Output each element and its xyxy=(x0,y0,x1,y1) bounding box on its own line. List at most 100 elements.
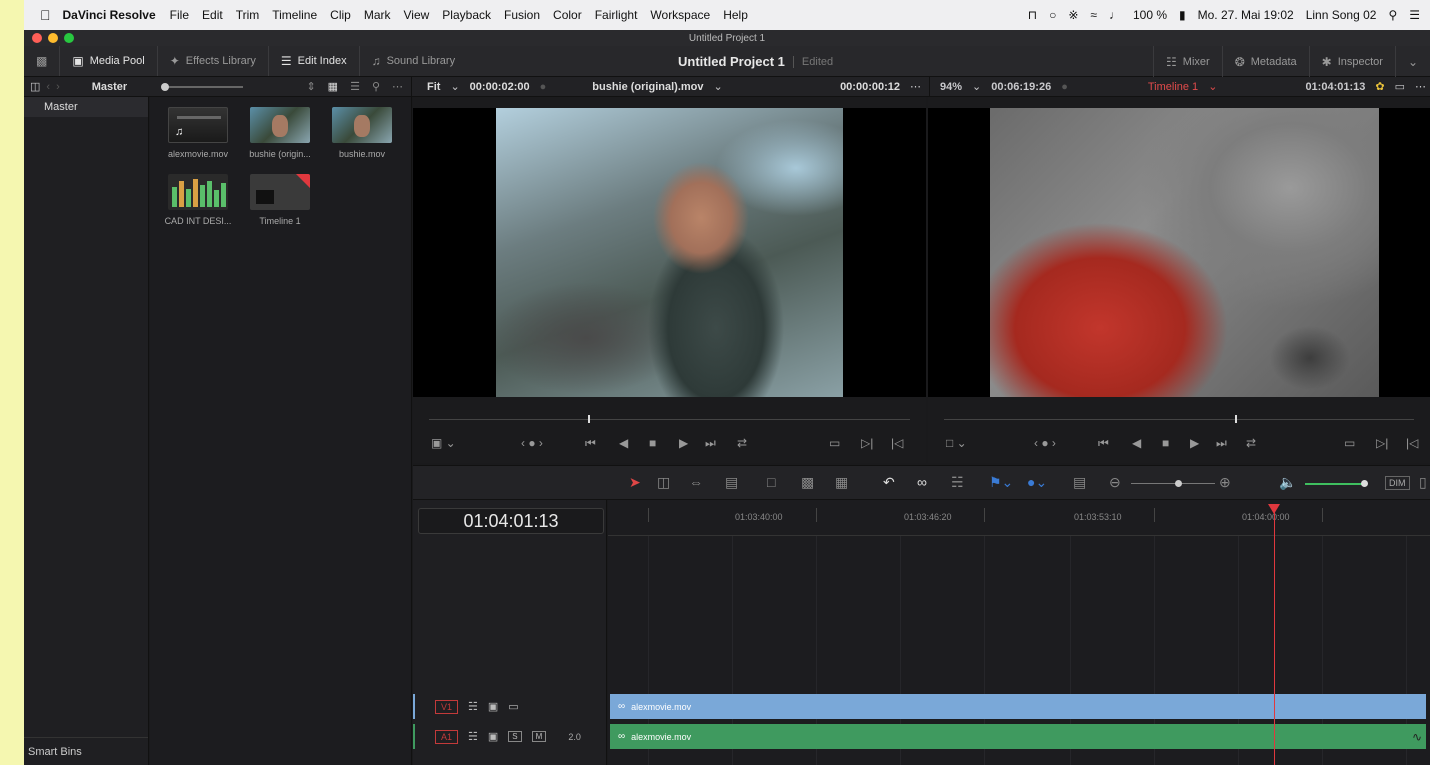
go-to-start-icon[interactable]: ⏮ xyxy=(1098,436,1109,451)
clock[interactable]: Mo. 27. Mai 19:02 xyxy=(1198,8,1294,22)
metadata-button[interactable]: ❂ Metadata xyxy=(1221,46,1309,77)
track-header-v1[interactable]: V1 ☵ ▣ ▭ xyxy=(413,694,607,719)
timeline-selector[interactable]: Timeline 1 xyxy=(1148,81,1198,93)
selection-tool-icon[interactable]: ➤ xyxy=(629,474,641,491)
menu-timeline[interactable]: Timeline xyxy=(272,8,317,22)
replace-clip-icon[interactable]: ▦ xyxy=(835,474,848,491)
play-icon[interactable]: ▶ xyxy=(679,436,688,450)
volume-icon[interactable]: ♩ xyxy=(1109,8,1121,22)
close-window-button[interactable] xyxy=(32,33,42,43)
speaker-icon[interactable]: 🔈 xyxy=(1279,474,1296,491)
chevron-down-icon[interactable]: ⌄ xyxy=(1208,80,1217,93)
track-id-a1[interactable]: A1 xyxy=(435,729,459,744)
source-zoom[interactable]: Fit xyxy=(427,81,440,93)
linked-selection-icon[interactable]: ∞ xyxy=(917,474,927,490)
battery-percent[interactable]: 100 % xyxy=(1133,8,1167,22)
notification-center-icon[interactable]: ☰ xyxy=(1409,8,1420,22)
menu-view[interactable]: View xyxy=(404,8,430,22)
sound-library-button[interactable]: ♫ Sound Library xyxy=(360,46,468,76)
program-zoom[interactable]: 94% xyxy=(940,81,962,93)
more-options-icon[interactable]: ⋯ xyxy=(392,80,403,93)
insert-clip-icon[interactable]: □ xyxy=(767,474,775,490)
list-view-icon[interactable]: ☰ xyxy=(350,80,360,93)
menu-color[interactable]: Color xyxy=(553,8,582,22)
menu-fusion[interactable]: Fusion xyxy=(504,8,540,22)
slider-knob[interactable] xyxy=(161,82,170,91)
blade-tool-icon[interactable]: ▤ xyxy=(725,474,738,491)
zoom-in-icon[interactable]: ⊕ xyxy=(1219,474,1231,491)
menu-fairlight[interactable]: Fairlight xyxy=(595,8,638,22)
back-arrow-icon[interactable]: ‹ xyxy=(46,81,50,93)
overwrite-clip-icon[interactable]: ▩ xyxy=(801,474,814,491)
go-to-end-icon[interactable]: ⏭ xyxy=(705,436,716,451)
timeline-viewer[interactable]: □ ⌄ ‹ ● › ⏮ ◀ ■ ▶ ⏭ ⇄ ▭ ▷| |◁ xyxy=(928,97,1430,463)
chevron-down-icon[interactable]: ⌄ xyxy=(972,80,981,93)
menu-workspace[interactable]: Workspace xyxy=(650,8,710,22)
clip-alexmovie[interactable]: ♫ alexmovie.mov xyxy=(156,107,240,159)
position-lock-icon[interactable]: ☵ xyxy=(951,474,964,491)
timeline-playhead[interactable] xyxy=(1268,504,1280,765)
play-icon[interactable]: ▶ xyxy=(1190,436,1199,450)
expand-panel-button[interactable]: ⌄ xyxy=(1394,46,1430,77)
thumbnail-size-slider[interactable] xyxy=(161,82,244,91)
chevron-down-icon[interactable]: ⌄ xyxy=(714,80,723,93)
menu-mark[interactable]: Mark xyxy=(364,8,391,22)
clip-bushie[interactable]: bushie.mov xyxy=(320,107,404,159)
color-wheel-icon[interactable]: ✿ xyxy=(1375,80,1384,93)
marker-icon[interactable]: ●⌄ xyxy=(1027,474,1047,491)
trim-tool-icon[interactable]: ◫ xyxy=(657,474,670,491)
search-icon[interactable]: ⚲ xyxy=(372,80,380,93)
effects-library-button[interactable]: ✦ Effects Library xyxy=(158,46,269,76)
playhead-handle[interactable] xyxy=(1268,504,1280,514)
menu-playback[interactable]: Playback xyxy=(442,8,491,22)
sort-icon[interactable]: ⇕ xyxy=(306,80,315,93)
mark-out-icon[interactable]: |◁ xyxy=(1406,436,1418,450)
apple-menu-icon[interactable]:  xyxy=(40,7,51,23)
track-enable-icon[interactable]: ▭ xyxy=(508,700,518,713)
audio-clip-alexmovie[interactable]: ∞ alexmovie.mov ∿ xyxy=(610,724,1426,749)
volume-slider[interactable] xyxy=(1305,480,1368,487)
volume-slider-knob[interactable] xyxy=(1361,480,1368,487)
inspector-button[interactable]: ✱ Inspector xyxy=(1308,46,1395,77)
stop-icon[interactable]: ■ xyxy=(1162,436,1169,450)
timeline-ruler[interactable]: 01:03:40:00 01:03:46:20 01:03:53:10 01:0… xyxy=(608,500,1430,536)
match-frame-icon[interactable]: ▭ xyxy=(1344,436,1355,450)
user-name[interactable]: Linn Song 02 xyxy=(1306,8,1377,22)
timeline-timecode[interactable]: 01:04:01:13 xyxy=(418,508,604,534)
more-options-icon[interactable]: ⋯ xyxy=(910,80,929,93)
chevron-down-icon[interactable]: ⌄ xyxy=(450,80,459,93)
minimize-window-button[interactable] xyxy=(48,33,58,43)
zoom-slider[interactable] xyxy=(1131,480,1215,487)
zoom-out-icon[interactable]: ⊖ xyxy=(1109,474,1121,491)
track-header-a1[interactable]: A1 ☵ ▣ S M 2.0 xyxy=(413,724,607,749)
airplay-icon[interactable]: ⊓ xyxy=(1028,8,1037,22)
menu-edit[interactable]: Edit xyxy=(202,8,223,22)
menu-clip[interactable]: Clip xyxy=(330,8,351,22)
source-clip-name[interactable]: bushie (original).mov xyxy=(592,81,703,93)
bin-master[interactable]: Master xyxy=(24,97,148,117)
go-to-start-icon[interactable]: ⏮ xyxy=(585,436,596,451)
loop-icon[interactable]: ⇄ xyxy=(1246,436,1256,450)
zoom-slider-knob[interactable] xyxy=(1175,480,1182,487)
zoom-window-button[interactable] xyxy=(64,33,74,43)
forward-arrow-icon[interactable]: › xyxy=(56,81,60,93)
meter-icon[interactable]: ▯ xyxy=(1419,474,1427,491)
viewer-mode-icon[interactable]: ▭ xyxy=(1395,80,1405,93)
dim-button[interactable]: DIM xyxy=(1385,476,1410,490)
battery-icon[interactable]: ▮ xyxy=(1179,8,1186,22)
timeline-area[interactable]: 01:03:40:00 01:03:46:20 01:03:53:10 01:0… xyxy=(608,500,1430,765)
video-clip-alexmovie[interactable]: ∞ alexmovie.mov xyxy=(610,694,1426,719)
clip-cad-int[interactable]: CAD INT DESI... xyxy=(156,174,240,226)
auto-select-icon[interactable]: ▣ xyxy=(488,700,498,713)
mark-in-icon[interactable]: ▷| xyxy=(861,436,873,450)
toggle-panel-button[interactable]: ▩ xyxy=(24,46,61,76)
lock-icon[interactable]: ☵ xyxy=(468,700,478,713)
spotlight-search-icon[interactable]: ⚲ xyxy=(1388,8,1397,22)
bin-list-toggle-icon[interactable]: ◫ xyxy=(30,80,40,93)
more-options-icon[interactable]: ⋯ xyxy=(1415,80,1430,93)
smart-bins-header[interactable]: Smart Bins xyxy=(24,737,148,765)
viewer-mode-icon[interactable]: □ ⌄ xyxy=(946,436,967,450)
app-menu[interactable]: DaVinci Resolve xyxy=(63,8,156,22)
clip-bushie-original[interactable]: bushie (origin... xyxy=(238,107,322,159)
solo-button[interactable]: S xyxy=(508,731,522,742)
